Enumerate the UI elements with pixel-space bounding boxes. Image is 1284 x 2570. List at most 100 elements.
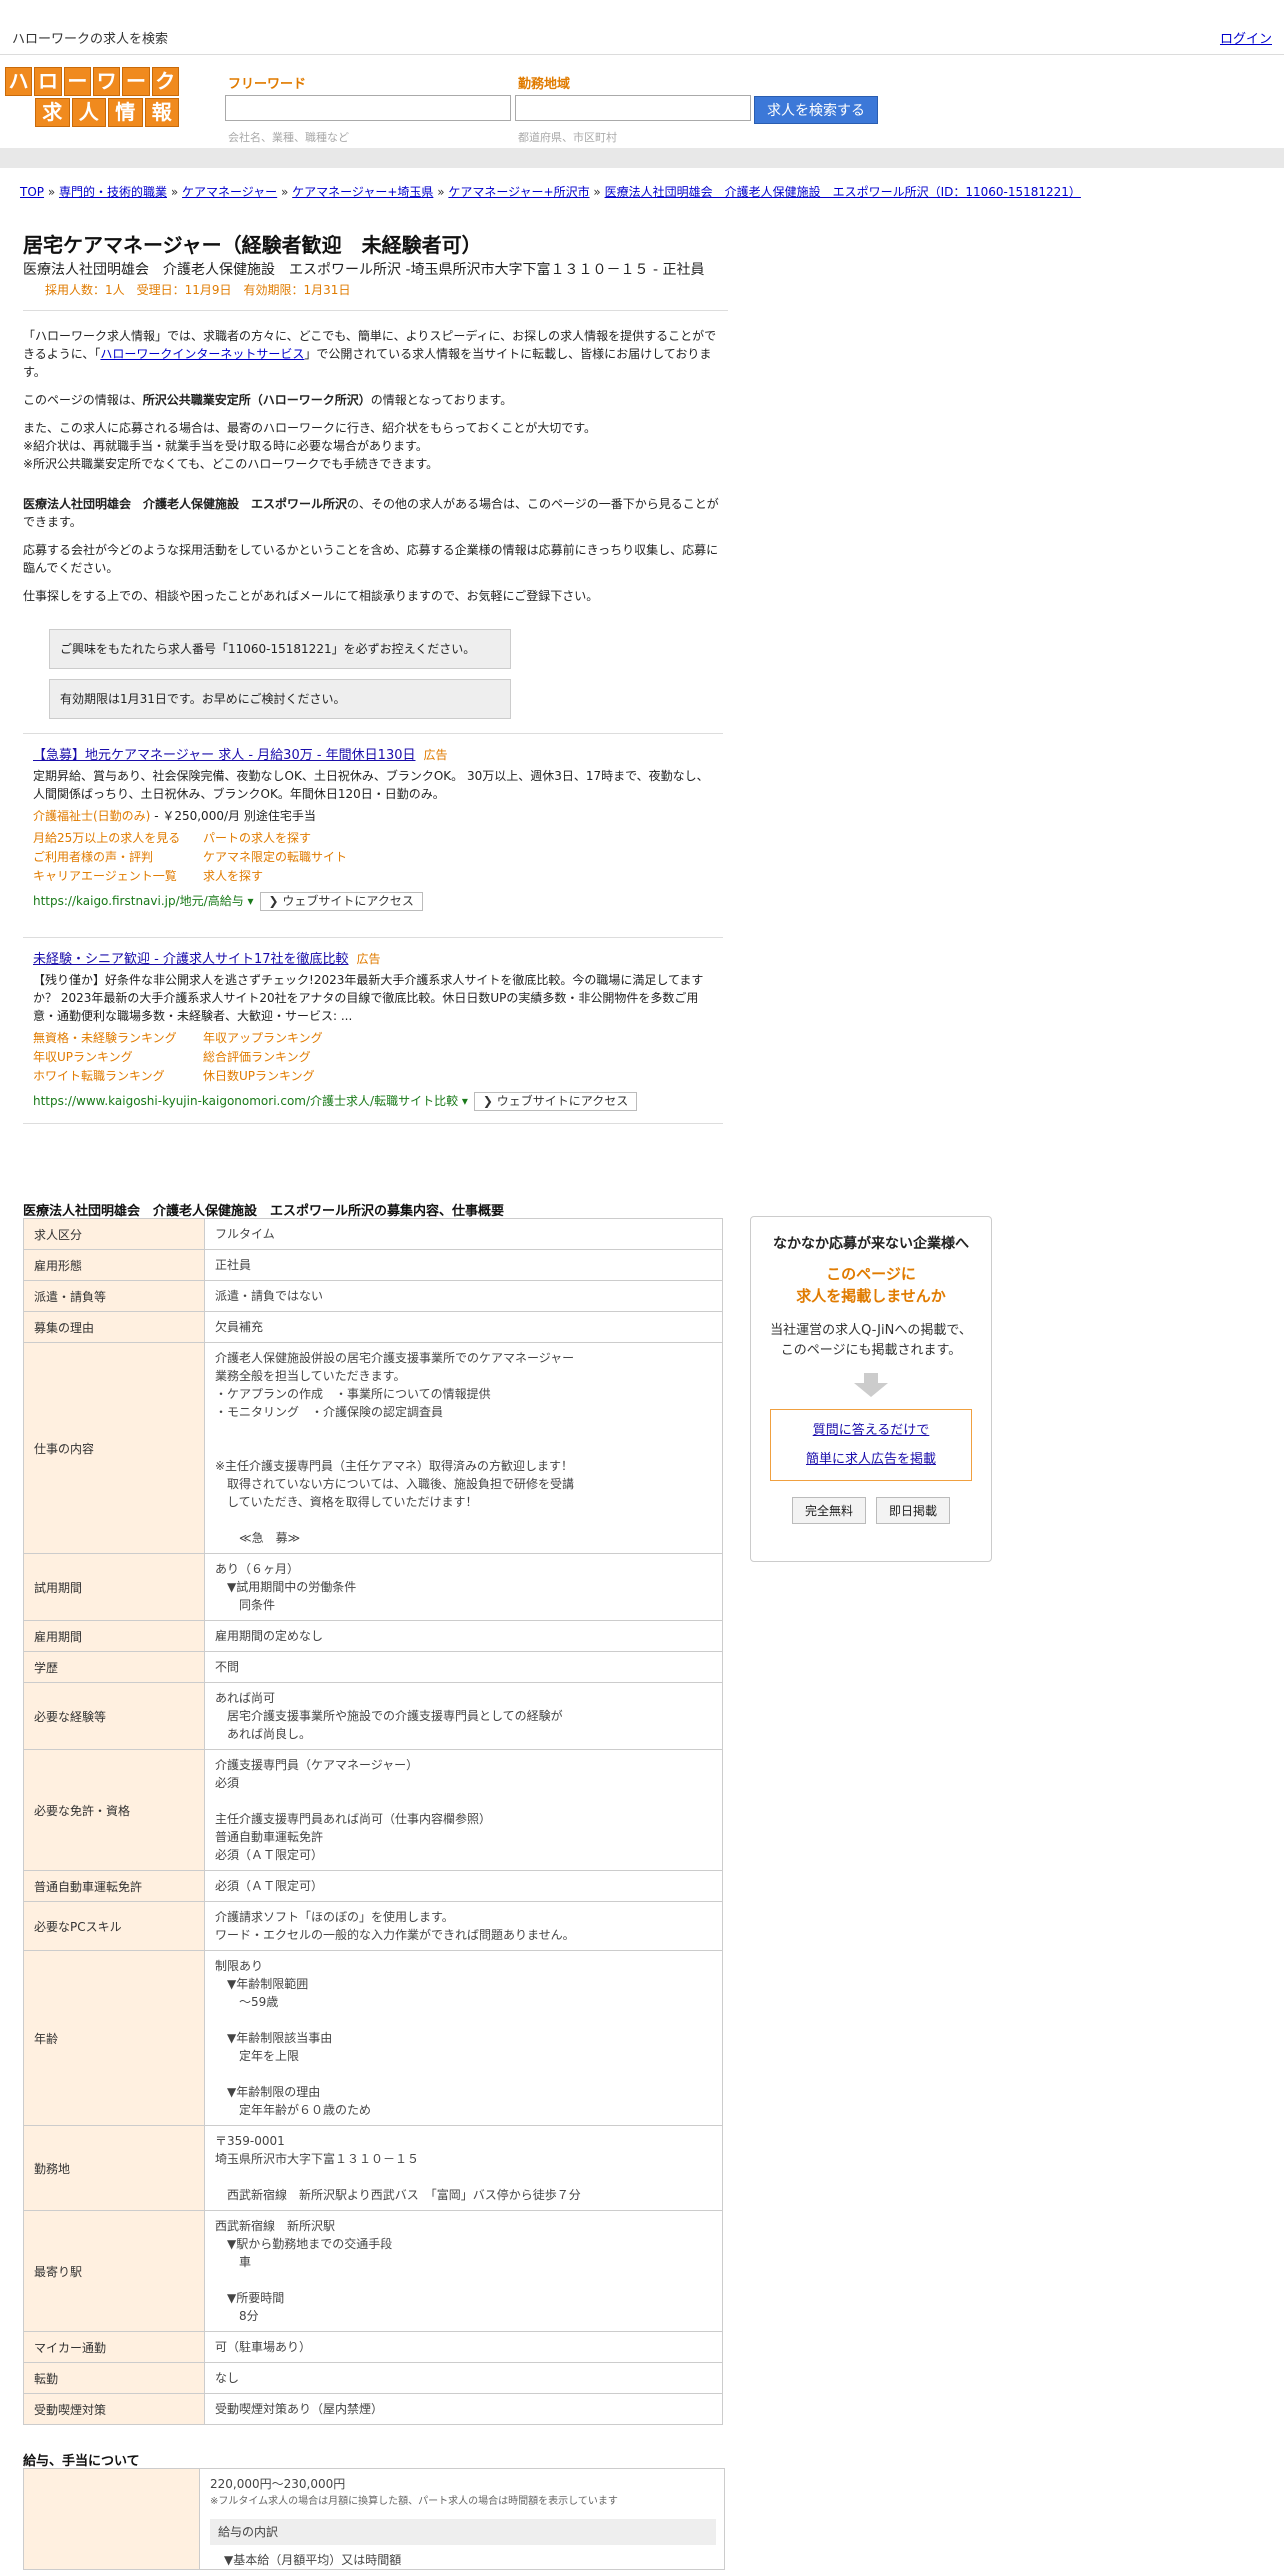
details-row: 必要な免許・資格 介護支援専門員（ケアマネージャー） 必須 主任介護支援専門員あれ… <box>23 1749 723 1871</box>
free-word-label: フリーワード <box>228 77 307 92</box>
logo-char: 人 <box>71 98 106 127</box>
ad-sitelink[interactable]: ホワイト転職ランキング <box>33 1067 203 1086</box>
free-word-hint: 会社名、業種、職種など <box>228 131 349 144</box>
details-key: 普通自動車運転免許 <box>23 1870 205 1902</box>
ad-sitelink[interactable]: 月給25万以上の求人を見る <box>33 829 203 848</box>
visit-website-button[interactable]: ❯ ウェブサイトにアクセス <box>259 892 423 911</box>
salary-note: ※フルタイム求人の場合は月額に換算した額、パート求人の場合は時間額を表示していま… <box>210 2496 618 2507</box>
details-row: 求人区分 フルタイム <box>23 1218 723 1250</box>
details-value: フルタイム <box>204 1218 723 1250</box>
header-divider <box>0 148 1284 168</box>
details-row: 募集の理由 欠員補充 <box>23 1311 723 1343</box>
salary-breakdown-title: 給与の内訳 <box>210 2519 716 2545</box>
details-section-title: 医療法人社団明雄会 介護老人保健施設 エスポワール所沢の募集内容、仕事概要 <box>23 1204 505 1219</box>
details-row: 普通自動車運転免許 必須（ＡＴ限定可） <box>23 1870 723 1902</box>
details-value: 制限あり ▼年齢制限範囲 〜59歳 ▼年齢制限該当事由 定年を上限 ▼年齢制限の… <box>204 1950 723 2126</box>
details-row: 勤務地 〒359-0001 埼玉県所沢市大字下富１３１０－１５ 西武新宿線 新所沢… <box>23 2125 723 2211</box>
hellowork-logo[interactable]: ハローワーク 求人情報 <box>5 67 179 127</box>
details-key: 必要な経験等 <box>23 1682 205 1750</box>
logo-char: ー <box>122 67 150 96</box>
details-key: 必要な免許・資格 <box>23 1749 205 1871</box>
details-value: 受動喫煙対策あり（屋内禁煙） <box>204 2393 723 2425</box>
ad-url[interactable]: https://www.kaigoshi-kyujin-kaigonomori.… <box>33 1094 468 1108</box>
ad-sitelink[interactable]: 年収アップランキング <box>203 1029 403 1048</box>
intro-paragraph-2: このページの情報は、所沢公共職業安定所（ハローワーク所沢）の情報となっております… <box>23 393 513 407</box>
breadcrumb-link[interactable]: 専門的・技術的職業 <box>59 185 167 199</box>
ad-sitelink[interactable]: キャリアエージェント一覧 <box>33 867 203 886</box>
logo-char: ハ <box>5 67 33 96</box>
details-value: 〒359-0001 埼玉県所沢市大字下富１３１０－１５ 西武新宿線 新所沢駅より… <box>204 2125 723 2211</box>
intro-paragraph-1: 「ハローワーク求人情報」では、求職者の方々に、どこでも、簡単に、よりスピーディに… <box>23 329 717 379</box>
ad-description: 定期昇給、賞与あり、社会保険完備、夜勤なしOK、土日祝休み、ブランクOK。 30… <box>33 769 709 801</box>
ad-headline-link[interactable]: 【急募】地元ケアマネージャー 求人 - 月給30万 - 年間休日130日 <box>33 748 416 763</box>
ad-sitelink[interactable]: ケアマネ限定の転職サイト <box>203 848 403 867</box>
ad-sitelink[interactable]: パートの求人を探す <box>203 829 403 848</box>
details-row: 試用期間 あり（６ヶ月） ▼試用期間中の労働条件 同条件 <box>23 1553 723 1621</box>
details-row: 転勤 なし <box>23 2362 723 2394</box>
details-value: 介護請求ソフト「ほのぼの」を使用します。 ワード・エクセルの一般的な入力作業がで… <box>204 1901 723 1951</box>
page-title: 居宅ケアマネージャー（経験者歓迎 未経験者可） <box>23 233 482 257</box>
same-day-badge[interactable]: 即日掲載 <box>876 1497 951 1524</box>
hellowork-internet-link[interactable]: ハローワークインターネットサービス <box>100 347 304 361</box>
free-word-input[interactable] <box>225 95 511 121</box>
ad-label: 広告 <box>423 748 448 762</box>
details-row: 受動喫煙対策 受動喫煙対策あり（屋内禁煙） <box>23 2393 723 2425</box>
details-value: 派遣・請負ではない <box>204 1280 723 1312</box>
area-input[interactable] <box>515 95 751 121</box>
breadcrumb-link[interactable]: TOP <box>20 185 44 199</box>
free-badge[interactable]: 完全無料 <box>791 1497 866 1524</box>
search-button[interactable]: 求人を検索する <box>754 96 878 124</box>
details-value: 西武新宿線 新所沢駅 ▼駅から勤務地までの交通手段 車 ▼所要時間 8分 <box>204 2210 723 2332</box>
logo-char: 情 <box>108 98 143 127</box>
job-number-notice: ご興味をもたれたら求人番号「11060-15181221」を必ずお控えください。 <box>49 629 511 669</box>
ad-sitelink[interactable]: 求人を探す <box>203 867 403 886</box>
details-value: 欠員補充 <box>204 1311 723 1343</box>
ad-headline-link[interactable]: 未経験・シニア歓迎 - 介護求人サイト17社を徹底比較 <box>33 952 349 967</box>
job-main: 居宅ケアマネージャー（経験者歓迎 未経験者可） 医療法人社団明雄会 介護老人保健… <box>23 230 728 1124</box>
breadcrumb-link[interactable]: ケアマネージャー+埼玉県 <box>292 185 433 199</box>
intro-paragraph-4: 医療法人社団明雄会 介護老人保健施設 エスポワール所沢の、その他の求人がある場合… <box>23 497 719 529</box>
ad-sitelink[interactable]: 総合評価ランキング <box>203 1048 403 1067</box>
details-value: 雇用期間の定めなし <box>204 1620 723 1652</box>
breadcrumb-link[interactable]: 医療法人社団明雄会 介護老人保健施設 エスポワール所沢（ID：11060-151… <box>605 185 1081 199</box>
advertise-link-1[interactable]: 質問に答えるだけで <box>813 1423 930 1438</box>
site-caption: ハローワークの求人を検索 <box>12 32 169 47</box>
job-details-table: 求人区分 フルタイム 雇用形態 正社員 派遣・請負等 派遣・請負ではない 募集の理由 欠員補充… <box>23 1218 723 2425</box>
job-meta: 採用人数：1人 受理日：11月9日 有効期限：1月31日 <box>23 280 728 311</box>
details-key: 学歴 <box>23 1651 205 1683</box>
details-key: 転勤 <box>23 2362 205 2394</box>
details-value: 正社員 <box>204 1249 723 1281</box>
ad-sitelink[interactable]: 無資格・未経験ランキング <box>33 1029 203 1048</box>
logo-char: ク <box>151 67 179 96</box>
breadcrumb-separator: » <box>277 185 293 199</box>
ad-url[interactable]: https://kaigo.firstnavi.jp/地元/高給与 ▾ <box>33 894 254 908</box>
details-value: なし <box>204 2362 723 2394</box>
breadcrumb-link[interactable]: ケアマネージャー <box>182 185 277 199</box>
details-value: 介護老人保健施設併設の居宅介護支援事業所でのケアマネージャー 業務全般を担当して… <box>204 1342 723 1554</box>
details-key: 募集の理由 <box>23 1311 205 1343</box>
intro-paragraph-3: また、この求人に応募される場合は、最寄のハローワークに行き、紹介状をもらっておく… <box>23 421 597 471</box>
details-value: 不問 <box>204 1651 723 1683</box>
ad-sitelink[interactable]: ご利用者様の声・評判 <box>33 848 203 867</box>
ad-sitelink[interactable]: 休日数UPランキング <box>203 1067 403 1086</box>
deadline-notice: 有効期限は1月31日です。お早めにご検討ください。 <box>49 679 511 719</box>
ad-label: 広告 <box>356 952 381 966</box>
ad-sitelink[interactable]: 年収UPランキング <box>33 1048 203 1067</box>
details-key: 仕事の内容 <box>23 1342 205 1554</box>
details-value: 介護支援専門員（ケアマネージャー） 必須 主任介護支援専門員あれば尚可（仕事内容… <box>204 1749 723 1871</box>
intro-paragraph-5: 応募する会社が今どのような採用活動をしているかということを含め、応募する企業様の… <box>23 543 719 575</box>
logo-char: ロ <box>34 67 62 96</box>
advertise-link-2[interactable]: 簡単に求人広告を掲載 <box>806 1452 936 1467</box>
intro-paragraph-6: 仕事探しをする上での、相談や困ったことがあればメールにて相談承りますので、お気軽… <box>23 589 599 603</box>
visit-website-button[interactable]: ❯ ウェブサイトにアクセス <box>473 1092 638 1111</box>
salary-section-title: 給与、手当について <box>23 2454 140 2469</box>
details-key: 必要なPCスキル <box>23 1901 205 1951</box>
details-value: あり（６ヶ月） ▼試用期間中の労働条件 同条件 <box>204 1553 723 1621</box>
details-value: あれば尚可 居宅介護支援事業所や施設での介護支援専門員としての経験が あれば尚良… <box>204 1682 723 1750</box>
login-link[interactable]: ログイン <box>1220 28 1272 47</box>
breadcrumb-link[interactable]: ケアマネージャー+所沢市 <box>448 185 589 199</box>
details-key: 勤務地 <box>23 2125 205 2211</box>
details-row: 年齢 制限あり ▼年齢制限範囲 〜59歳 ▼年齢制限該当事由 定年を上限 ▼年齢制… <box>23 1950 723 2126</box>
search-header: ハローワーク 求人情報 フリーワード 会社名、業種、職種など 勤務地域 都道府県… <box>0 55 1284 145</box>
details-key: マイカー通勤 <box>23 2331 205 2363</box>
